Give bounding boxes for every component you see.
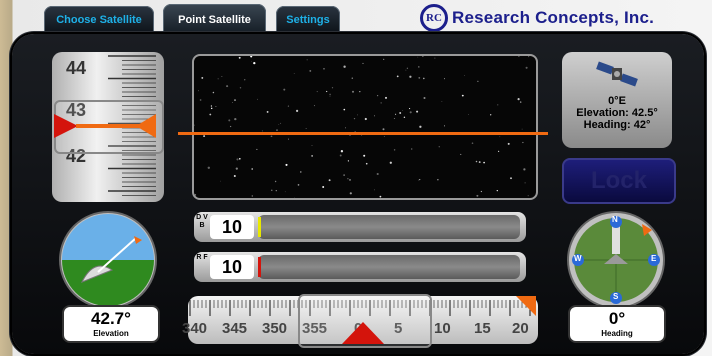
rf-track xyxy=(258,255,520,279)
heading-pointer-icon xyxy=(342,322,384,344)
compass-s-label: S xyxy=(613,292,619,301)
compass-e-label: E xyxy=(651,254,657,263)
satellite-icon xyxy=(596,61,638,87)
heading-label: 345 xyxy=(222,320,248,337)
sky-view xyxy=(192,54,538,200)
satellite-elevation: Elevation: 42.5° xyxy=(576,107,658,119)
satellite-info-card: 0°E Elevation: 42.5° Heading: 42° xyxy=(562,52,672,148)
dvb-value: 10 xyxy=(210,215,254,239)
compass-gauge: N E S W xyxy=(558,210,674,310)
elevation-caption: Elevation xyxy=(93,329,129,338)
dvb-track xyxy=(258,215,520,239)
rf-tag: R F xyxy=(196,254,208,261)
dvb-signal-bar: D V B 10 xyxy=(194,212,526,242)
heading-caption: Heading xyxy=(601,329,633,338)
compass-w-label: W xyxy=(574,254,582,263)
heading-label: 340 xyxy=(182,320,208,337)
heading-label: 15 xyxy=(474,320,491,337)
compass-n-label: N xyxy=(612,215,618,224)
satellite-heading: Heading: 42° xyxy=(583,119,651,131)
rf-level xyxy=(258,257,261,277)
heading-label: 10 xyxy=(434,320,451,337)
dvb-tag: D V B xyxy=(196,214,208,229)
tab-settings[interactable]: Settings xyxy=(276,6,340,34)
tab-point-satellite[interactable]: Point Satellite xyxy=(163,4,266,36)
dvb-level xyxy=(258,217,261,237)
elevation-pointer-icon xyxy=(54,114,156,138)
elevation-tape[interactable]: 44 43 42 xyxy=(52,52,164,202)
elevation-value: 42.7° xyxy=(91,309,131,328)
elevation-readout: 42.7° Elevation xyxy=(62,305,160,343)
brand-logo: RC xyxy=(420,4,448,32)
horizon-line xyxy=(178,132,548,135)
lock-button[interactable]: Lock xyxy=(562,158,676,204)
satellite-position: 0°E xyxy=(608,95,626,107)
heading-tape[interactable]: 34034535035505101520 xyxy=(182,294,538,348)
tab-choose-satellite[interactable]: Choose Satellite xyxy=(44,6,154,34)
brand: RC Research Concepts, Inc. xyxy=(420,4,654,32)
heading-label: 20 xyxy=(512,320,529,337)
rf-signal-bar: R F 10 xyxy=(194,252,526,282)
rf-value: 10 xyxy=(210,255,254,279)
heading-value: 0° xyxy=(608,309,626,328)
star-field xyxy=(194,56,530,198)
brand-name: Research Concepts, Inc. xyxy=(452,8,655,27)
heading-marker-icon xyxy=(516,296,536,316)
heading-readout: 0° Heading xyxy=(568,305,666,343)
elevation-label-44: 44 xyxy=(66,58,87,78)
heading-label: 350 xyxy=(262,320,288,337)
elevation-gauge xyxy=(52,210,164,310)
